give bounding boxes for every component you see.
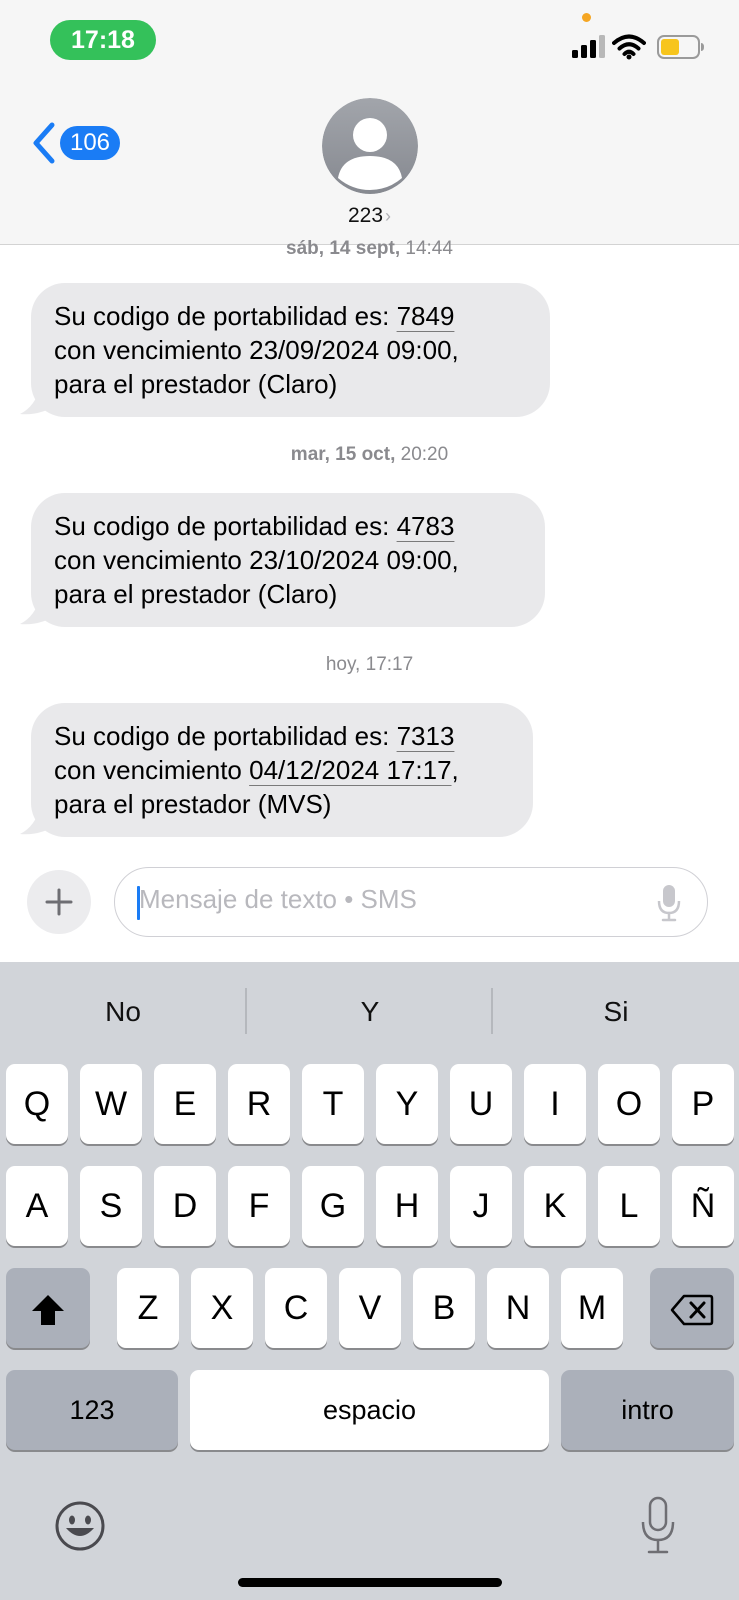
delete-key[interactable]	[650, 1268, 734, 1348]
timestamp-day: mar, 15 oct,	[290, 444, 396, 465]
message-timestamp: mar, 15 oct, 20:20	[0, 444, 739, 466]
suggestion-2[interactable]: Y	[247, 996, 493, 1028]
unread-count-badge: 106	[60, 126, 120, 160]
dictation-microphone-icon[interactable]	[640, 1496, 676, 1556]
suggestion-3[interactable]: Si	[493, 996, 739, 1028]
timestamp-day: hoy,	[325, 654, 361, 675]
key-f[interactable]: F	[228, 1166, 290, 1246]
suggestion-1[interactable]: No	[0, 996, 246, 1028]
microphone-icon[interactable]	[657, 884, 681, 922]
key-b[interactable]: B	[413, 1268, 475, 1348]
home-indicator[interactable]	[238, 1578, 502, 1587]
portability-code-link[interactable]: 7313	[397, 721, 455, 751]
contact-avatar[interactable]	[322, 98, 418, 194]
timestamp-time: 17:17	[365, 654, 414, 675]
portability-code-link[interactable]: 7849	[397, 301, 455, 331]
message-text: para el prestador (Claro)	[54, 579, 338, 609]
key-x[interactable]: X	[191, 1268, 253, 1348]
message-text: para el prestador (Claro)	[54, 369, 338, 399]
message-text: Su codigo de portabilidad es:	[54, 721, 397, 751]
key-o[interactable]: O	[598, 1064, 660, 1144]
shift-key[interactable]	[6, 1268, 90, 1348]
key-e[interactable]: E	[154, 1064, 216, 1144]
timestamp-time: 20:20	[400, 444, 449, 465]
shift-icon	[32, 1295, 64, 1326]
chevron-left-icon	[33, 122, 55, 164]
privacy-indicator-dot	[582, 13, 591, 22]
contact-name: 223	[347, 204, 384, 227]
chevron-right-icon: ›	[385, 206, 392, 226]
key-a[interactable]: A	[6, 1166, 68, 1246]
plus-icon	[45, 888, 73, 916]
key-p[interactable]: P	[672, 1064, 734, 1144]
message-text: Su codigo de portabilidad es:	[54, 511, 397, 541]
keyboard: No Y Si Q W E R T Y U I O P A S D F G H …	[0, 962, 739, 1600]
status-time: 17:18	[50, 20, 156, 60]
key-l[interactable]: L	[598, 1166, 660, 1246]
contact-name-button[interactable]: 223 ›	[0, 204, 739, 228]
key-j[interactable]: J	[450, 1166, 512, 1246]
input-placeholder: Mensaje de texto • SMS	[139, 884, 417, 914]
key-g[interactable]: G	[302, 1166, 364, 1246]
key-y[interactable]: Y	[376, 1064, 438, 1144]
message-timestamp: hoy, 17:17	[0, 654, 739, 676]
date-link[interactable]: 04/12/2024 17:17	[249, 755, 451, 785]
key-n-tilde[interactable]: Ñ	[672, 1166, 734, 1246]
key-d[interactable]: D	[154, 1166, 216, 1246]
key-v[interactable]: V	[339, 1268, 401, 1348]
key-k[interactable]: K	[524, 1166, 586, 1246]
key-m[interactable]: M	[561, 1268, 623, 1348]
back-button[interactable]: 106	[30, 118, 120, 168]
numbers-key[interactable]: 123	[6, 1370, 178, 1450]
key-i[interactable]: I	[524, 1064, 586, 1144]
battery-icon	[657, 35, 704, 59]
timestamp-day: sáb, 14 sept,	[286, 238, 401, 259]
key-t[interactable]: T	[302, 1064, 364, 1144]
message-text: para el prestador (MVS)	[54, 789, 332, 819]
key-u[interactable]: U	[450, 1064, 512, 1144]
message-bubble[interactable]: Su codigo de portabilidad es: 7313 con v…	[31, 703, 533, 837]
key-q[interactable]: Q	[6, 1064, 68, 1144]
delete-icon	[670, 1294, 714, 1326]
message-text: 23/10/2024 09:00,	[249, 545, 459, 575]
message-bubble[interactable]: Su codigo de portabilidad es: 4783 con v…	[31, 493, 545, 627]
message-text: ,	[451, 755, 459, 785]
key-n[interactable]: N	[487, 1268, 549, 1348]
cellular-signal-icon	[572, 34, 606, 58]
message-text: Su codigo de portabilidad es:	[54, 301, 397, 331]
return-key[interactable]: intro	[561, 1370, 734, 1450]
emoji-icon[interactable]	[54, 1500, 106, 1552]
message-bubble[interactable]: Su codigo de portabilidad es: 7849 con v…	[31, 283, 550, 417]
message-text: con vencimiento	[54, 755, 250, 785]
key-c[interactable]: C	[265, 1268, 327, 1348]
message-input[interactable]: Mensaje de texto • SMS	[114, 867, 708, 937]
key-w[interactable]: W	[80, 1064, 142, 1144]
portability-code-link[interactable]: 4783	[397, 511, 455, 541]
key-s[interactable]: S	[80, 1166, 142, 1246]
space-key[interactable]: espacio	[190, 1370, 549, 1450]
message-timestamp: sáb, 14 sept, 14:44	[0, 238, 739, 260]
wifi-icon	[612, 34, 646, 60]
message-text: con vencimiento	[54, 545, 250, 575]
person-icon	[322, 98, 418, 194]
key-r[interactable]: R	[228, 1064, 290, 1144]
timestamp-time: 14:44	[405, 238, 453, 259]
message-text: 23/09/2024 09:00,	[249, 335, 459, 365]
apps-plus-button[interactable]	[27, 870, 91, 934]
message-text: con vencimiento	[54, 335, 250, 365]
key-z[interactable]: Z	[117, 1268, 179, 1348]
key-h[interactable]: H	[376, 1166, 438, 1246]
